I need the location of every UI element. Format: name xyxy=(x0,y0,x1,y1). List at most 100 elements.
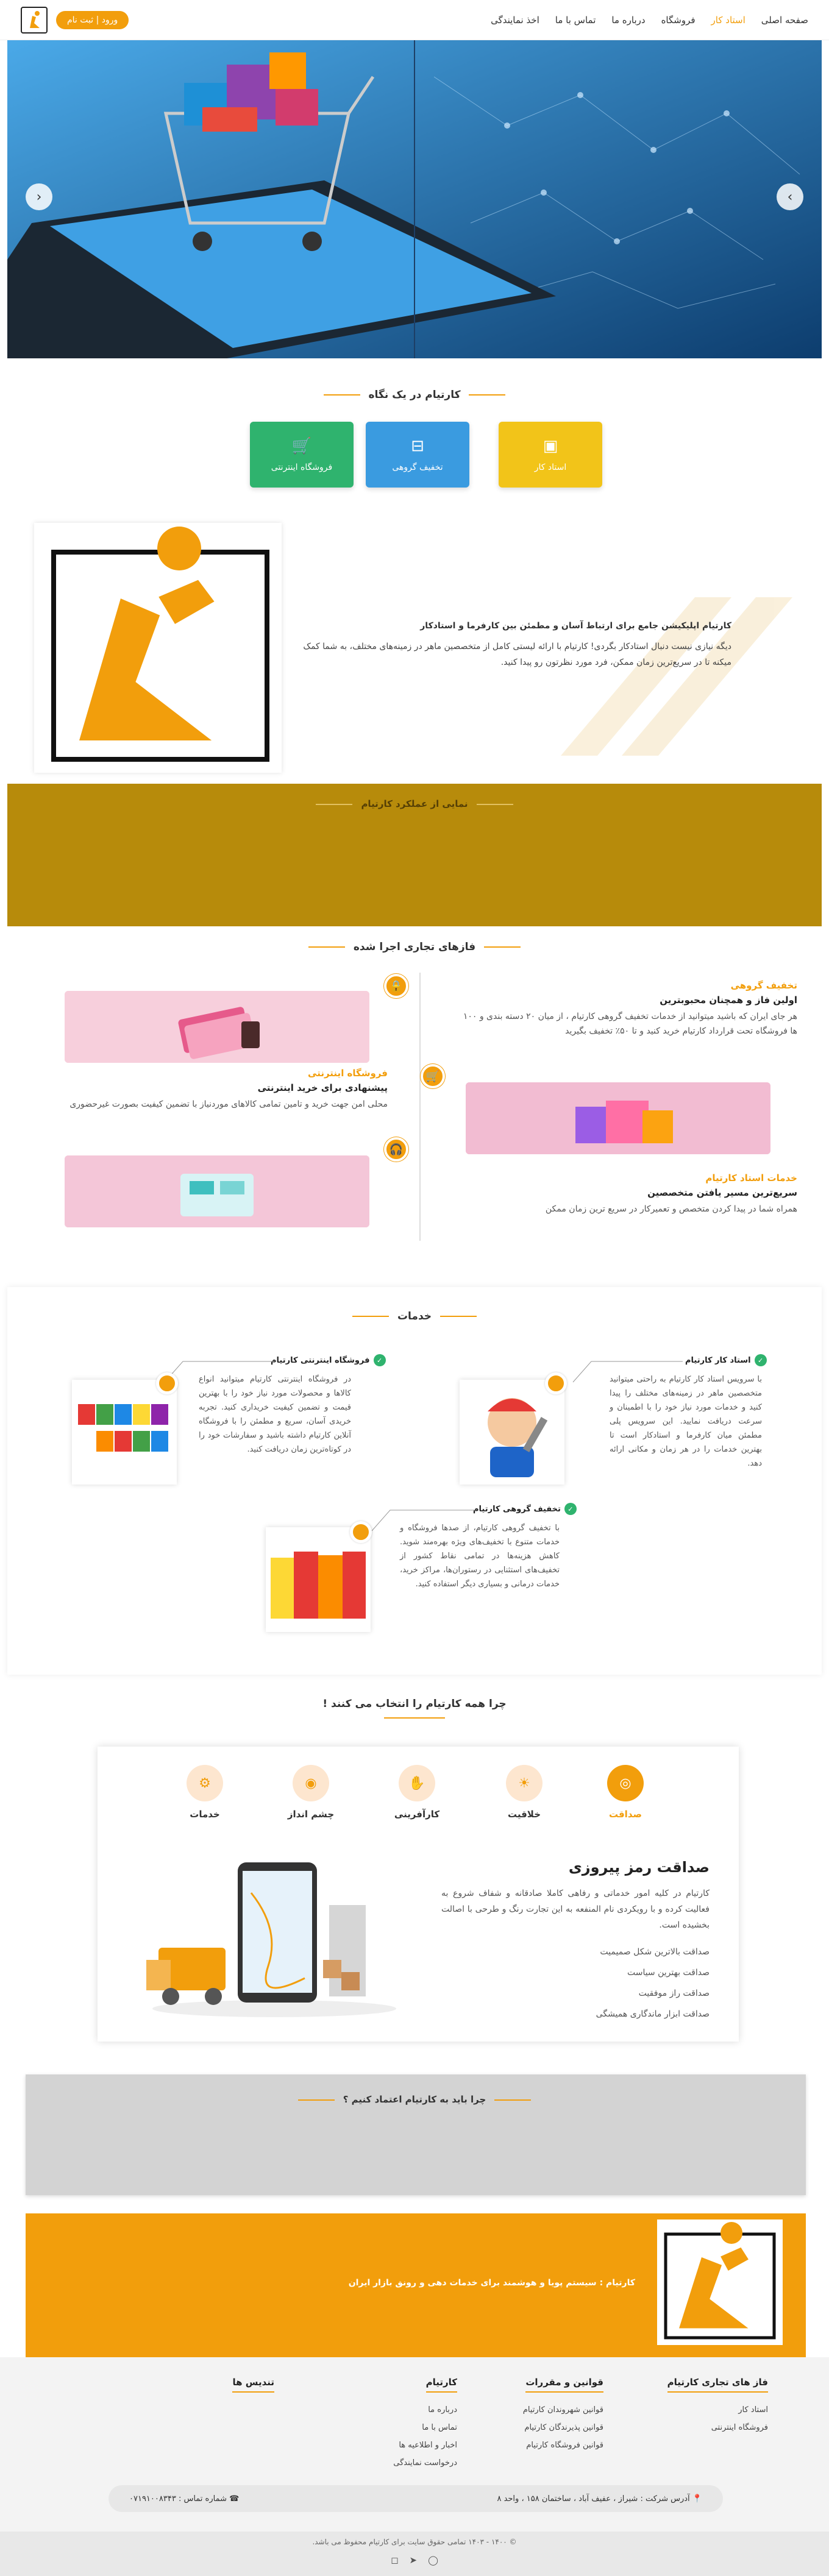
footer-link[interactable]: استاد کار xyxy=(667,2401,768,2419)
title-line-left xyxy=(316,803,353,805)
timeline-line xyxy=(419,973,421,1241)
why-bullets: صداقت بالاترین شکل صمیمیت صداقت بهترین س… xyxy=(596,1942,710,2024)
tab-label: خدمات xyxy=(190,1809,220,1820)
tile-online-shop[interactable]: 🛒 فروشگاه اینترنتی xyxy=(250,422,354,488)
phase-subtitle: سریع‌ترین مسیر یافتن متخصصین xyxy=(647,1187,797,1198)
service-title-1: ✓ استاد کار کارتیام xyxy=(685,1354,767,1366)
footer-link[interactable]: قوانین فروشگاه کارتیام xyxy=(523,2436,603,2454)
phase-desc: هر جای ایران که باشید میتوانید از خدمات … xyxy=(463,1012,797,1036)
hero-slider: ‹ › xyxy=(7,40,822,358)
repairman-illustration xyxy=(488,1398,548,1477)
service-title-text: فروشگاه اینترنتی کارتیام xyxy=(271,1355,370,1365)
tile-label: تخفیف گروهی xyxy=(392,463,443,472)
phase-illustration xyxy=(466,1082,770,1154)
why-title-underline xyxy=(384,1717,445,1719)
main-nav: صفحه اصلی استاد کار فروشگاه درباره ما تم… xyxy=(491,15,808,26)
why-bullet: صداقت راز موفقیت xyxy=(638,1989,710,1998)
header-left: ورود | ثبت نام xyxy=(21,6,129,34)
why-bullet: صداقت بالاترین شکل صمیمیت xyxy=(600,1947,710,1957)
delivery-illustration xyxy=(146,1862,396,2017)
trust-title-text: چرا باید به کارتیام اعتماد کنیم ؟ xyxy=(343,2094,486,2105)
footer-link[interactable]: قوانین پذیرندگان کارتیام xyxy=(523,2419,603,2436)
nav-shop[interactable]: فروشگاه xyxy=(661,15,696,26)
about-logo-card xyxy=(34,523,282,773)
phase-title: فروشگاه اینترنتی xyxy=(308,1068,388,1079)
tile-group-discount[interactable]: ⊟ تخفیف گروهی xyxy=(366,422,469,488)
service-desc-2: در فروشگاه اینترنتی کارتیام میتوانید انو… xyxy=(199,1375,351,1454)
phase-illustration xyxy=(65,991,369,1063)
gear-icon: ⚙ xyxy=(187,1765,223,1801)
why-bullet: صداقت بهترین سیاست xyxy=(627,1968,710,1978)
lock-icon: 🔒 xyxy=(389,979,404,993)
service-title-text: تخفیف گروهی کارتیام xyxy=(473,1504,561,1514)
nav-home[interactable]: صفحه اصلی xyxy=(761,15,808,26)
slider-prev-button[interactable]: ‹ xyxy=(26,183,52,210)
phase-image-3 xyxy=(65,1155,369,1227)
nav-about[interactable]: درباره ما xyxy=(611,15,645,26)
tab-honesty[interactable]: ◎ صداقت xyxy=(601,1765,650,1820)
phase-subtitle: اولین فاز و همچنان محبوبترین xyxy=(660,995,797,1006)
tile-ostad-kar[interactable]: ▣ استاد کار xyxy=(499,422,602,488)
phase-dot-2: 🛒 xyxy=(421,1064,445,1088)
telegram-icon[interactable]: ➤ xyxy=(410,2555,418,2566)
footer-link[interactable]: اخبار و اطلاعیه ها xyxy=(393,2436,457,2454)
footer-col-title: کارتیام xyxy=(425,2377,457,2393)
tab-vision[interactable]: ◉ چشم انداز xyxy=(286,1765,335,1820)
tab-label: خلاقیت xyxy=(507,1809,541,1820)
nav-ostad-kar[interactable]: استاد کار xyxy=(711,15,745,26)
nav-contact[interactable]: تماس با ما xyxy=(555,15,596,26)
tab-entrepreneurship[interactable]: ✋ کارآفرینی xyxy=(393,1765,441,1820)
phone[interactable]: ☎ شماره تماس : ۰۷۱۹۱۰۰۸۳۴۳ xyxy=(129,2494,239,2503)
copyright-bar: © ۱۴۰۰ - ۱۴۰۳ تمامی حقوق سایت برای کارتی… xyxy=(0,2532,829,2576)
hand-icon: ✋ xyxy=(399,1765,435,1801)
cta-banner: کارتیام : سیستم پویا و هوشمند برای خدمات… xyxy=(26,2213,806,2357)
title-line-left xyxy=(323,394,360,396)
badge-icon: ✓ xyxy=(564,1503,577,1515)
contact-bar: 📍 آدرس شرکت : شیراز ، عفیف آباد ، ساختما… xyxy=(109,2485,723,2512)
footer-col-title: تندیس ها xyxy=(232,2377,274,2393)
services-title: خدمات xyxy=(0,1310,829,1322)
service-image-1 xyxy=(460,1380,564,1485)
address-text: آدرس شرکت : شیراز ، عفیف آباد ، ساختمان … xyxy=(497,2494,690,2503)
chevron-left-icon: ‹ xyxy=(36,189,42,205)
footer-link[interactable]: درخواست نمایندگی xyxy=(393,2454,457,2472)
service-image-3 xyxy=(266,1527,371,1632)
why-card: ◎ صداقت ☀ خلاقیت ✋ کارآفرینی ◉ چشم انداز ⚙ خد… xyxy=(98,1747,739,2042)
service-desc-1: با سرویس استاد کار کارتیام به راحتی میتو… xyxy=(610,1375,762,1468)
phase-dot-3: 🎧 xyxy=(384,1137,408,1162)
performance-title: نمایی از عملکرد کارتیام xyxy=(0,798,829,809)
about-headline: کارتیام اپلیکیشن جامع برای ارتباط آسان و… xyxy=(420,621,731,631)
title-line-left xyxy=(297,2099,335,2101)
login-button[interactable]: ورود | ثبت نام xyxy=(56,10,129,29)
tab-services[interactable]: ⚙ خدمات xyxy=(180,1765,229,1820)
tab-creativity[interactable]: ☀ خلاقیت xyxy=(500,1765,549,1820)
service-desc-3: با تخفیف گروهی کارتیام، از صدها فروشگاه … xyxy=(400,1524,560,1589)
discount-bags-illustration xyxy=(271,1552,366,1619)
badge-icon: ✓ xyxy=(373,1354,386,1366)
header-logo[interactable] xyxy=(21,6,48,34)
site-header: صفحه اصلی استاد کار فروشگاه درباره ما تم… xyxy=(0,0,829,40)
phone-text: شماره تماس : ۰۷۱۹۱۰۰۸۳۴۳ xyxy=(129,2494,227,2503)
title-line-right xyxy=(476,803,513,805)
headset-icon: 🎧 xyxy=(389,1143,404,1156)
slider-next-button[interactable]: › xyxy=(777,183,803,210)
instagram-icon[interactable]: ◻ xyxy=(391,2555,398,2566)
cta-logo xyxy=(657,2219,783,2345)
footer-link[interactable]: قوانین شهروندان کارتیام xyxy=(523,2401,603,2419)
phase-image-2 xyxy=(466,1082,770,1154)
service-dot-2 xyxy=(156,1372,178,1394)
phase-title: خدمات استاد کارتیام xyxy=(705,1173,797,1183)
whatsapp-icon[interactable]: ◯ xyxy=(428,2555,438,2566)
cart-icon: 🛒 xyxy=(291,437,312,455)
service-title-2: ✓ فروشگاه اینترنتی کارتیام xyxy=(271,1354,386,1366)
trust-section xyxy=(26,2074,806,2195)
footer-link[interactable]: فروشگاه اینترنتی xyxy=(667,2419,768,2436)
footer-link[interactable]: تماس با ما xyxy=(393,2419,457,2436)
copyright-text: © ۱۴۰۰ - ۱۴۰۳ تمامی حقوق سایت برای کارتی… xyxy=(312,2538,517,2546)
nav-agency[interactable]: اخذ نمایندگی xyxy=(491,15,539,26)
phase-dot-1: 🔒 xyxy=(384,974,408,998)
footer-link[interactable]: درباره ما xyxy=(393,2401,457,2419)
phase-illustration xyxy=(65,1155,369,1227)
why-heading: صداقت رمز پیروزی xyxy=(568,1859,710,1876)
lightbulb-icon: ☀ xyxy=(506,1765,543,1801)
